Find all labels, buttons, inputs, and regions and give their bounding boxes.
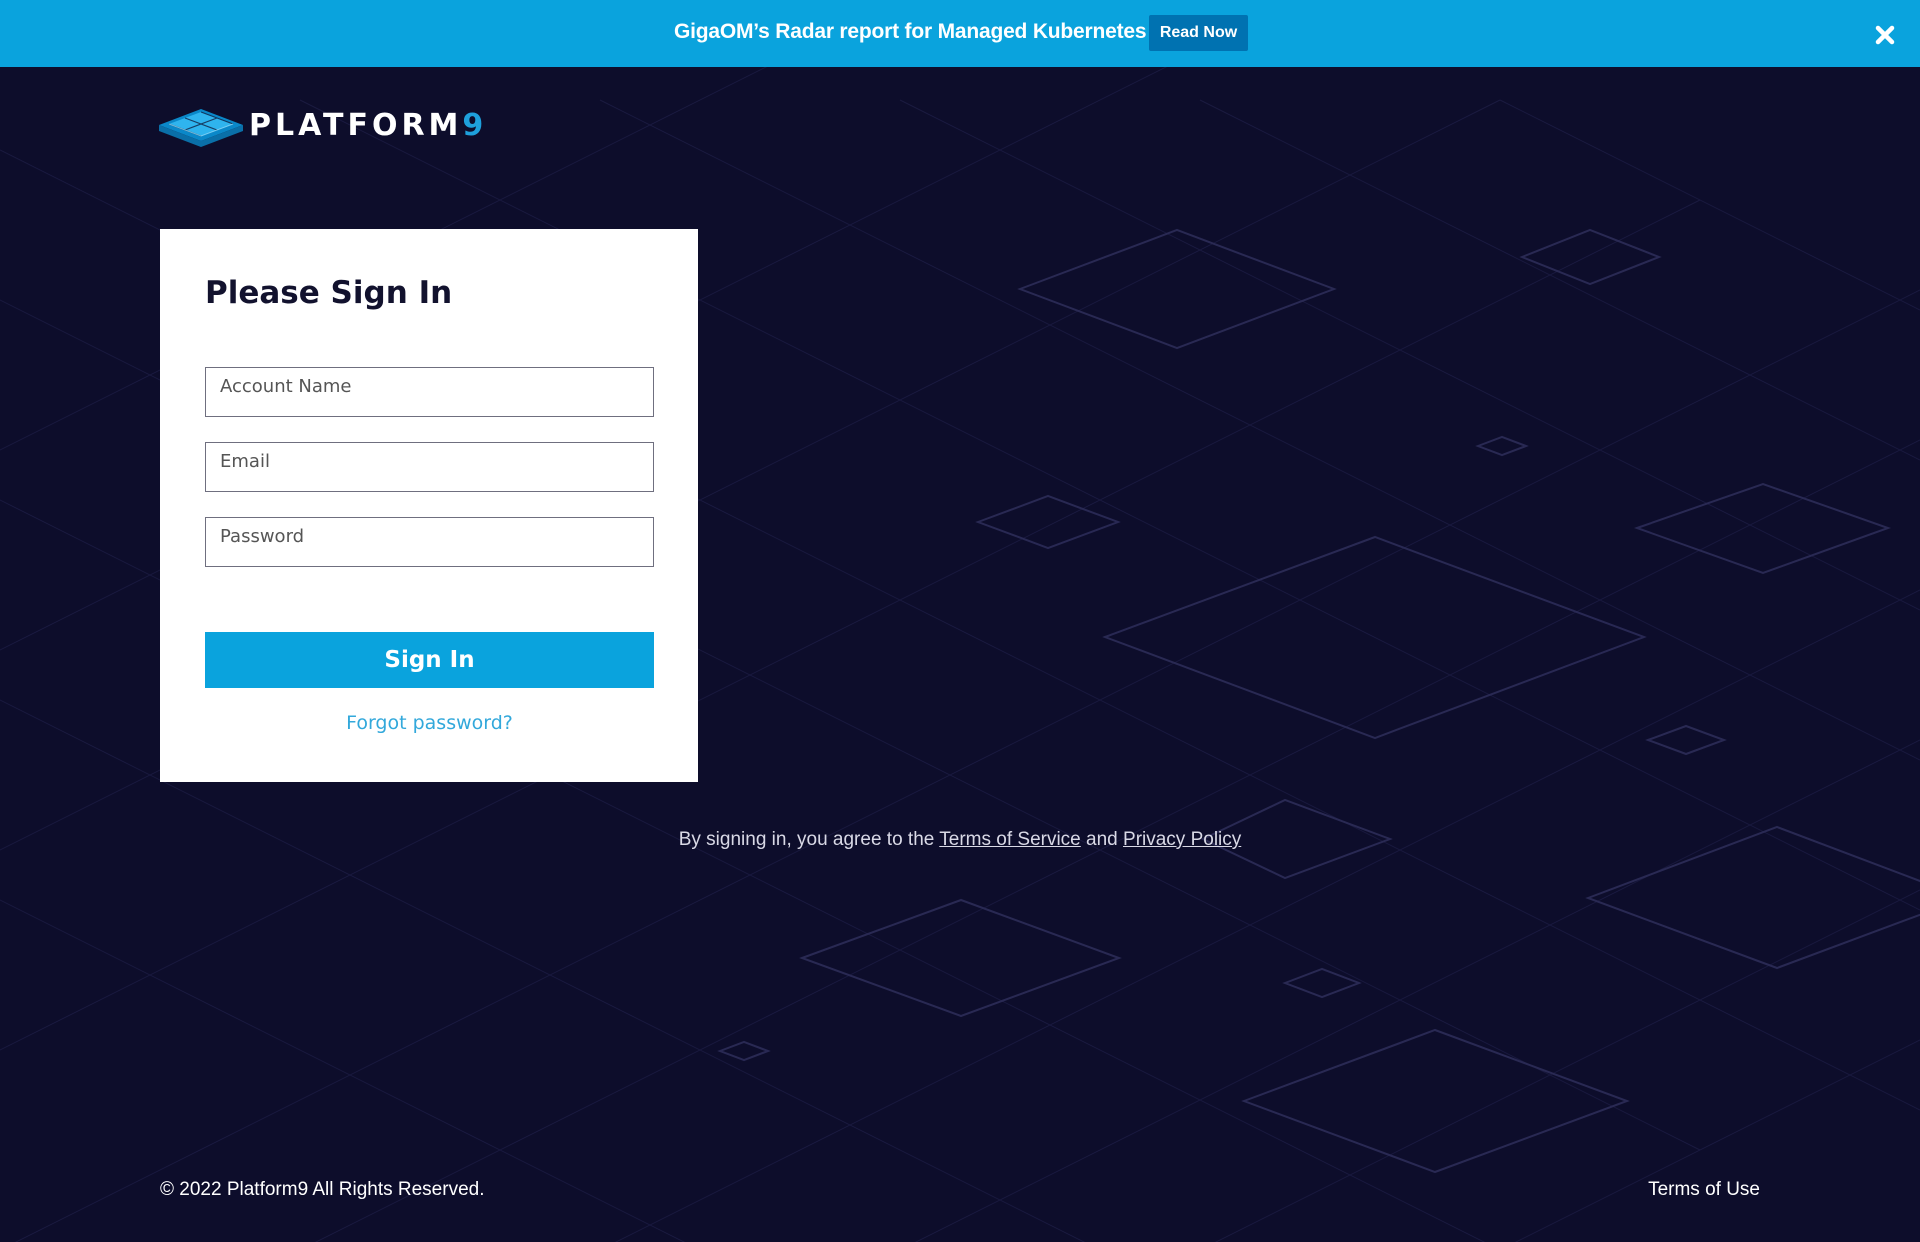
forgot-password-link[interactable]: Forgot password? <box>205 712 654 734</box>
account-name-input[interactable] <box>205 367 654 417</box>
agreement-and: and <box>1080 829 1124 850</box>
wordmark-main: PLATFORM <box>249 108 463 143</box>
platform9-logo: PLATFORM9 <box>159 103 483 151</box>
email-input[interactable] <box>205 442 654 492</box>
page-title: Please Sign In <box>205 275 453 311</box>
platform9-wordmark: PLATFORM9 <box>249 108 487 143</box>
banner-text: GigaOM’s Radar report for Managed Kubern… <box>674 20 1147 43</box>
terms-agreement: By signing in, you agree to the Terms of… <box>0 829 1920 851</box>
wordmark-accent: 9 <box>462 108 488 143</box>
banner-close-button[interactable] <box>1872 22 1898 48</box>
signin-card: Please Sign In Sign In Forgot password? <box>160 229 698 782</box>
privacy-policy-link[interactable]: Privacy Policy <box>1123 829 1241 850</box>
password-input[interactable] <box>205 517 654 567</box>
announcement-banner: GigaOM’s Radar report for Managed Kubern… <box>0 0 1920 67</box>
terms-of-service-link[interactable]: Terms of Service <box>939 829 1080 850</box>
platform9-logo-icon <box>159 109 243 147</box>
read-now-button[interactable]: Read Now <box>1149 15 1248 51</box>
sign-in-button[interactable]: Sign In <box>205 632 654 688</box>
close-icon <box>1875 25 1895 45</box>
terms-of-use-link[interactable]: Terms of Use <box>1648 1179 1760 1201</box>
copyright-text: © 2022 Platform9 All Rights Reserved. <box>160 1179 485 1200</box>
agreement-prefix: By signing in, you agree to the <box>678 829 940 850</box>
